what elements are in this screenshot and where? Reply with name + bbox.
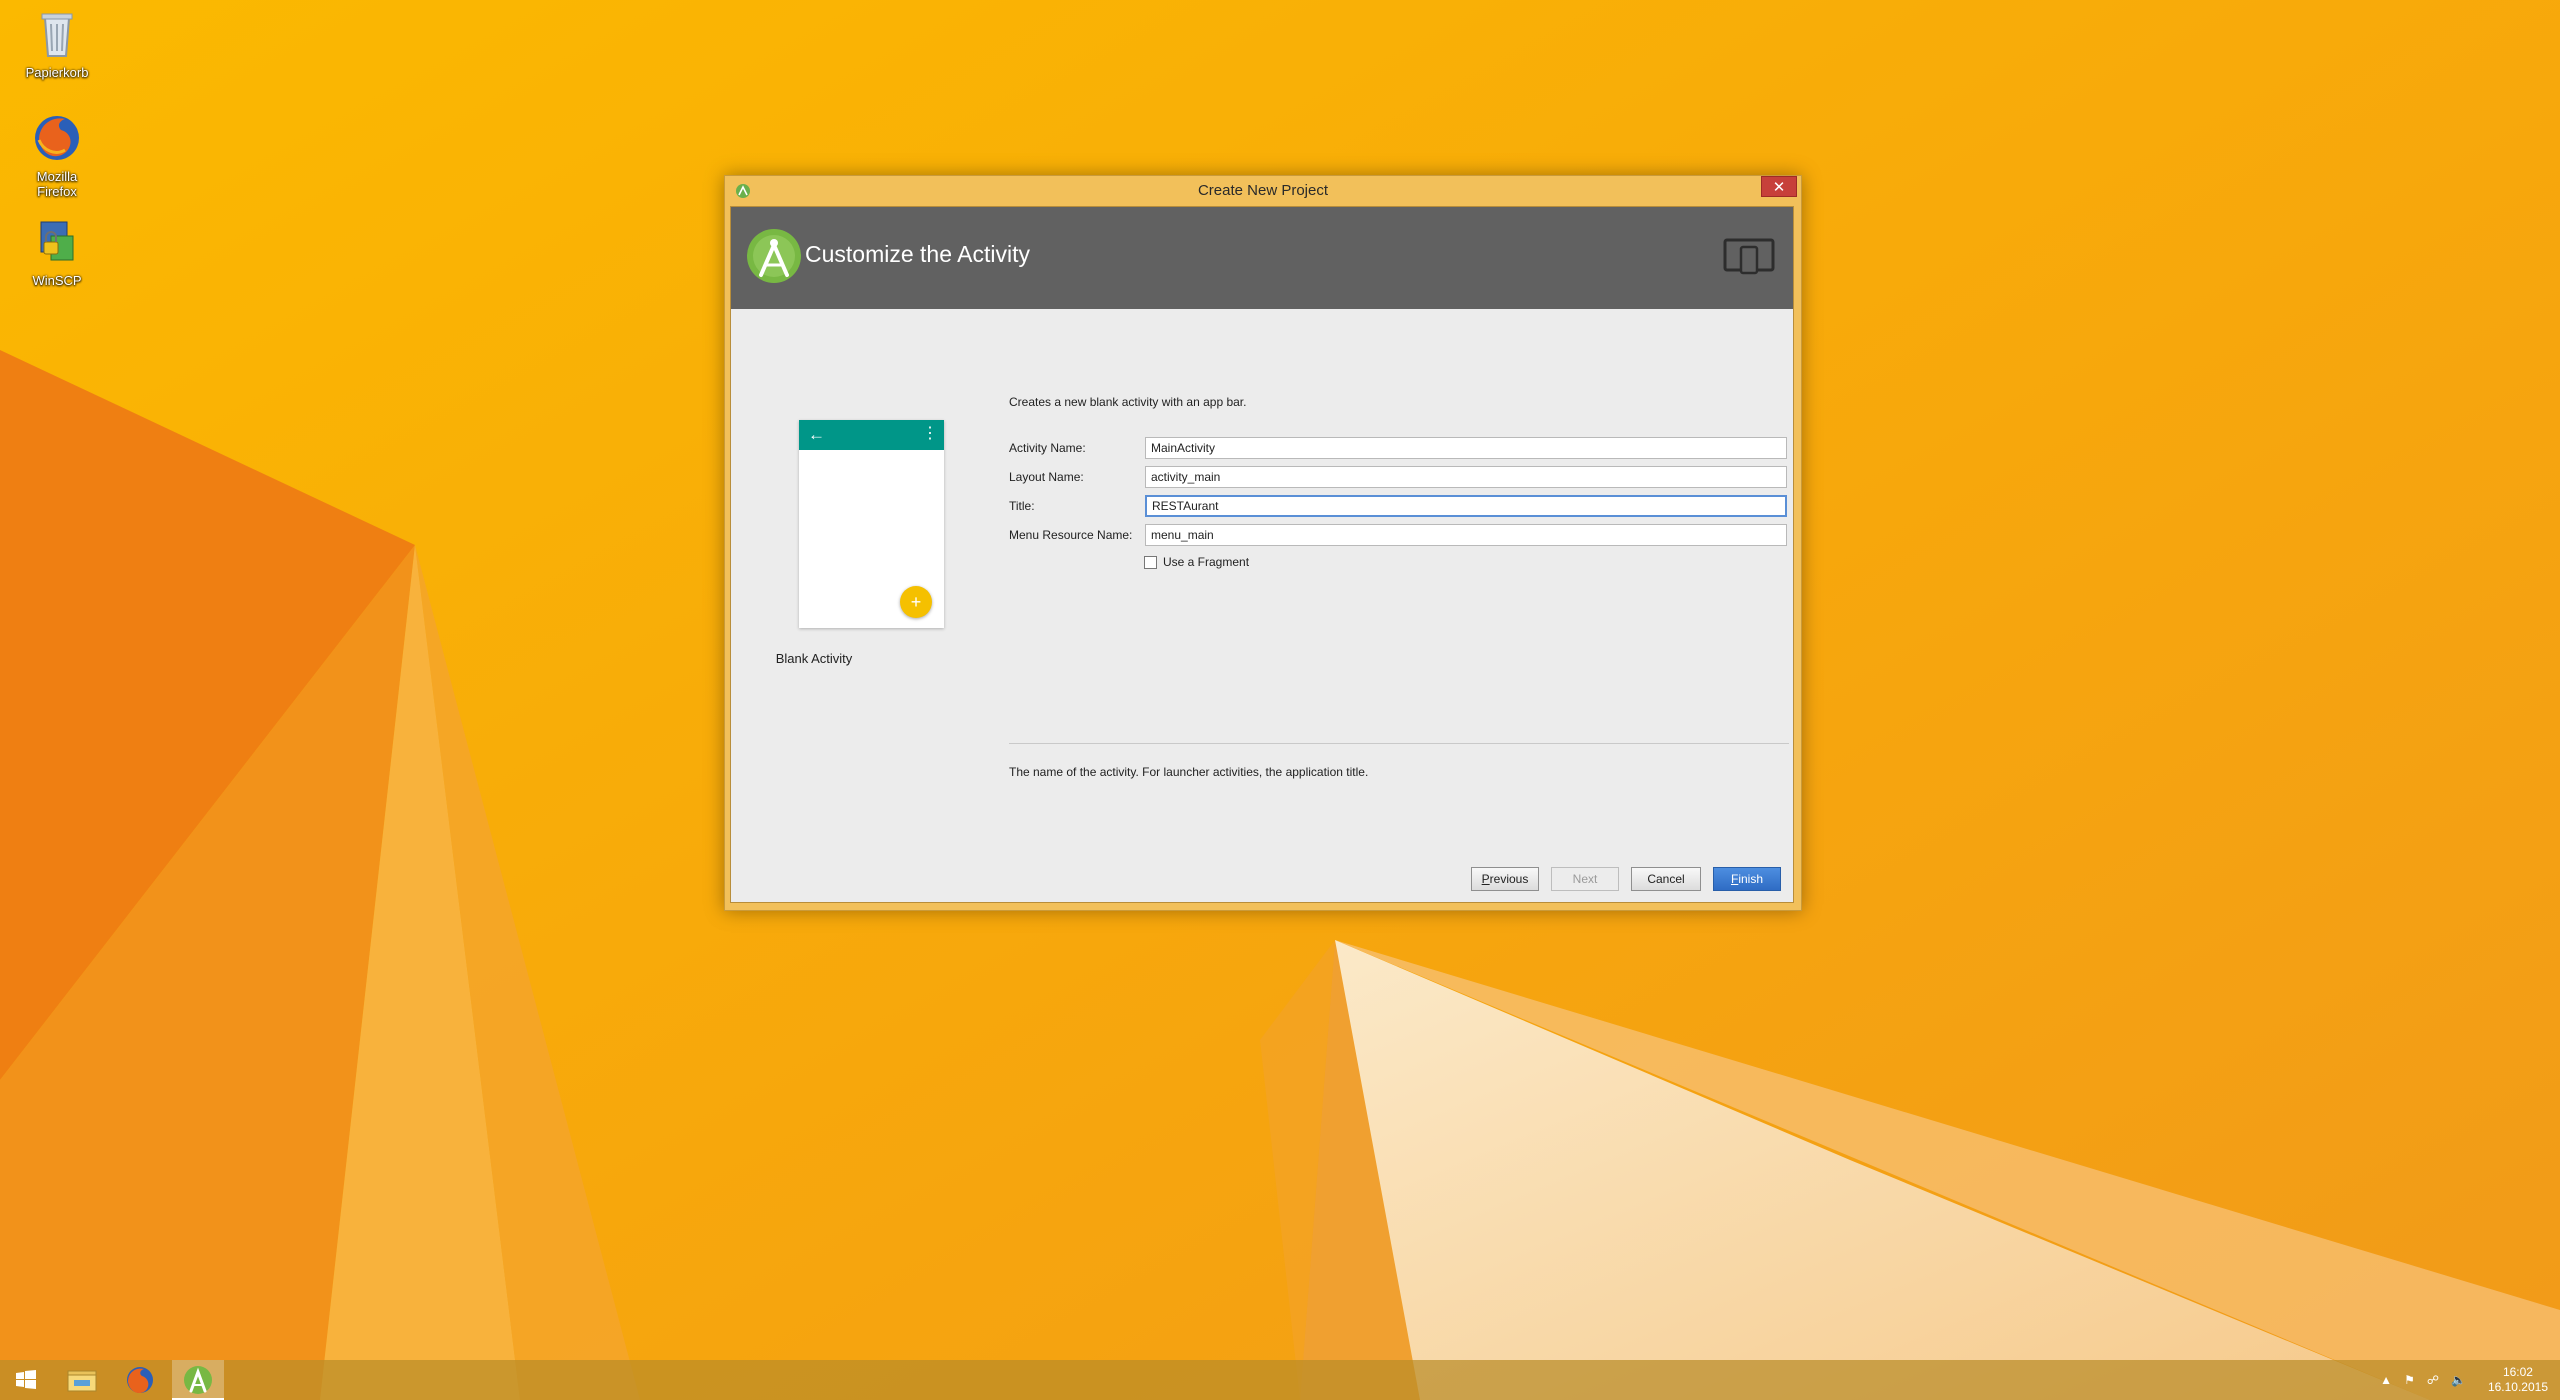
previous-label: revious xyxy=(1489,872,1529,886)
show-hidden-icons-icon[interactable]: ▲ xyxy=(2380,1373,2392,1387)
firefox-icon xyxy=(127,1367,153,1394)
layout-name-field[interactable] xyxy=(1145,466,1787,488)
desktop-icon-firefox[interactable]: Mozilla Firefox xyxy=(16,110,98,199)
clock-date: 16.10.2015 xyxy=(2487,1380,2548,1394)
template-description: Creates a new blank activity with an app… xyxy=(1009,395,1247,409)
start-button[interactable] xyxy=(0,1360,52,1400)
clock-time: 16:02 xyxy=(2502,1365,2533,1379)
dialog-titlebar[interactable]: Create New Project ✕ xyxy=(725,176,1801,206)
create-new-project-dialog: Create New Project ✕ Customize the Activ… xyxy=(724,175,1802,911)
action-center-flag-icon[interactable]: ⚑ xyxy=(2404,1373,2415,1387)
overflow-menu-icon: ⋮ xyxy=(922,425,938,442)
finish-label: inish xyxy=(1738,872,1764,886)
desktop-icon-label: Papierkorb xyxy=(25,65,89,80)
wizard-step-title: Customize the Activity xyxy=(805,241,1030,267)
taskbar-android-studio[interactable] xyxy=(172,1360,224,1400)
android-studio-logo-icon xyxy=(747,229,801,283)
use-fragment-label: Use a Fragment xyxy=(1163,555,1250,569)
network-icon[interactable]: ☍ xyxy=(2427,1373,2439,1387)
desktop-icon-label: Mozilla Firefox xyxy=(36,169,78,199)
activity-name-label: Activity Name: xyxy=(1009,441,1086,455)
activity-template-preview[interactable]: ← ⋮ + xyxy=(799,420,944,628)
menu-resource-name-field[interactable] xyxy=(1145,524,1787,546)
use-fragment-checkbox[interactable] xyxy=(1144,555,1157,569)
title-field[interactable] xyxy=(1145,495,1787,517)
dialog-title: Create New Project xyxy=(1197,182,1329,199)
preview-app-bar: ← ⋮ xyxy=(799,420,944,450)
title-label: Title: xyxy=(1009,499,1035,513)
windows-logo-icon xyxy=(16,1370,36,1389)
taskbar-firefox[interactable] xyxy=(114,1360,166,1400)
desktop-icon-winscp[interactable]: WinSCP xyxy=(16,214,98,288)
firefox-icon xyxy=(29,110,85,166)
floating-action-button-icon: + xyxy=(900,586,932,618)
layout-name-label: Layout Name: xyxy=(1009,470,1084,484)
device-form-factor-icon xyxy=(1723,238,1775,275)
taskbar: ▲ ⚑ ☍ 🔈 16:02 16.10.2015 xyxy=(0,1360,2560,1400)
winscp-icon xyxy=(29,214,85,270)
folder-icon xyxy=(67,1370,97,1392)
cancel-button[interactable]: Cancel xyxy=(1631,867,1701,891)
previous-mnemonic: P xyxy=(1481,872,1490,886)
recycle-bin-icon xyxy=(29,6,85,62)
dialog-content: Customize the Activity ← ⋮ + Blank Activ… xyxy=(730,206,1794,903)
close-button[interactable]: ✕ xyxy=(1761,176,1797,197)
desktop-icon-recycle-bin[interactable]: Papierkorb xyxy=(16,6,98,80)
taskbar-file-explorer[interactable] xyxy=(56,1360,108,1400)
back-arrow-icon: ← xyxy=(808,425,825,444)
next-button[interactable]: Next xyxy=(1551,867,1619,891)
help-divider xyxy=(1009,743,1789,744)
template-name-label: Blank Activity xyxy=(775,651,853,666)
desktop-icon-label: WinSCP xyxy=(32,273,82,288)
clock[interactable]: 16:02 16.10.2015 xyxy=(2488,1365,2548,1395)
volume-icon[interactable]: 🔈 xyxy=(2451,1373,2466,1387)
android-studio-icon xyxy=(184,1366,212,1394)
activity-name-field[interactable] xyxy=(1145,437,1787,459)
field-help-text: The name of the activity. For launcher a… xyxy=(1009,765,1369,779)
menu-resource-name-label: Menu Resource Name: xyxy=(1009,528,1133,542)
use-fragment-option[interactable]: Use a Fragment xyxy=(1144,555,1249,569)
previous-button[interactable]: Previous xyxy=(1471,867,1539,891)
wizard-header: Customize the Activity xyxy=(731,207,1793,309)
system-tray: ▲ ⚑ ☍ 🔈 16:02 16.10.2015 xyxy=(2380,1360,2548,1400)
finish-button[interactable]: Finish xyxy=(1713,867,1781,891)
